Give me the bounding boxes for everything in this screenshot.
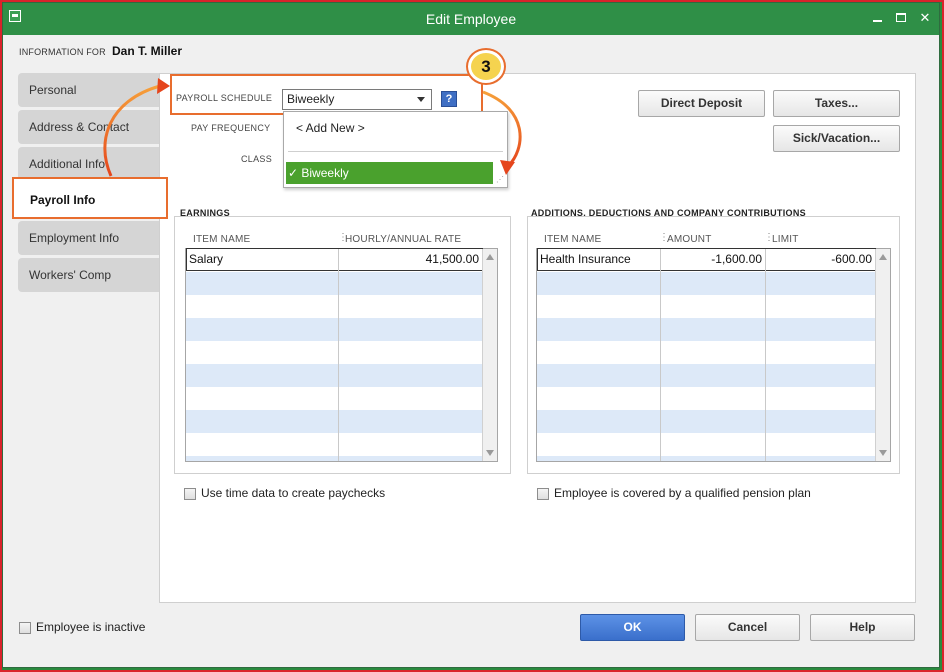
information-for-label: INFORMATION FOR	[19, 47, 106, 57]
minimize-icon	[872, 20, 882, 22]
step-number: 3	[471, 53, 501, 80]
maximize-icon	[896, 13, 906, 22]
table-row[interactable]	[186, 433, 482, 456]
tab-workers-comp[interactable]: Workers' Comp	[18, 258, 160, 292]
dropdown-separator	[288, 151, 503, 152]
cancel-button[interactable]: Cancel	[695, 614, 800, 641]
tab-personal[interactable]: Personal	[18, 73, 160, 107]
additions-col-amount[interactable]: AMOUNT	[667, 234, 712, 245]
class-label: CLASS	[241, 154, 273, 164]
additions-col-limit[interactable]: LIMIT	[772, 234, 799, 245]
tab-employment-info[interactable]: Employment Info	[18, 221, 160, 255]
use-time-data-label[interactable]: Use time data to create paychecks	[201, 486, 385, 500]
payroll-schedule-highlight	[170, 74, 483, 115]
tab-address-contact[interactable]: Address & Contact	[18, 110, 160, 144]
table-row[interactable]	[537, 295, 875, 318]
pension-plan-checkbox[interactable]	[537, 488, 549, 500]
table-row[interactable]	[537, 364, 875, 387]
table-row[interactable]	[186, 387, 482, 410]
dropdown-option-biweekly[interactable]: ✓ Biweekly	[286, 162, 493, 184]
earnings-col-rate[interactable]: HOURLY/ANNUAL RATE	[345, 234, 461, 245]
pension-plan-label[interactable]: Employee is covered by a qualified pensi…	[554, 486, 811, 500]
table-row[interactable]	[537, 272, 875, 295]
column-separator	[660, 249, 661, 461]
additions-scrollbar[interactable]	[875, 249, 890, 461]
earnings-table: Salary 41,500.00	[185, 248, 498, 462]
column-separator	[338, 249, 339, 461]
table-row[interactable]: Salary 41,500.00	[186, 248, 483, 272]
employee-name: Dan T. Miller	[112, 44, 183, 58]
step-number-badge: 3	[466, 48, 506, 85]
maximize-button[interactable]	[893, 11, 909, 25]
resize-grip-icon[interactable]: ⋰	[496, 176, 504, 184]
scroll-up-icon[interactable]	[486, 254, 494, 260]
additions-table: Health Insurance -1,600.00 -600.00	[536, 248, 891, 462]
table-row[interactable]	[537, 433, 875, 456]
earnings-col-item-name[interactable]: ITEM NAME	[193, 234, 250, 245]
title-bar: Edit Employee ✕	[3, 3, 939, 35]
edit-employee-window: Edit Employee ✕ INFORMATION FOR Dan T. M…	[2, 2, 940, 668]
tab-payroll-info[interactable]: Payroll Info	[12, 177, 168, 219]
table-row[interactable]	[186, 456, 482, 461]
payroll-schedule-dropdown: < Add New > ✓ Biweekly ⋰	[283, 111, 508, 188]
scroll-down-icon[interactable]	[879, 450, 887, 456]
tab-additional-info[interactable]: Additional Info	[18, 147, 160, 181]
table-row[interactable]	[186, 295, 482, 318]
direct-deposit-button[interactable]: Direct Deposit	[638, 90, 765, 117]
table-row[interactable]	[186, 318, 482, 341]
table-row[interactable]	[186, 410, 482, 433]
table-row[interactable]	[186, 364, 482, 387]
table-row[interactable]	[537, 410, 875, 433]
help-button[interactable]: Help	[810, 614, 915, 641]
scroll-down-icon[interactable]	[486, 450, 494, 456]
scroll-up-icon[interactable]	[879, 254, 887, 260]
table-row[interactable]	[537, 318, 875, 341]
minimize-button[interactable]	[869, 11, 885, 25]
employee-inactive-checkbox[interactable]	[19, 622, 31, 634]
additions-col-item-name[interactable]: ITEM NAME	[544, 234, 601, 245]
selected-row-outline	[186, 248, 483, 271]
window-title: Edit Employee	[425, 11, 517, 27]
dropdown-add-new[interactable]: < Add New >	[296, 121, 365, 135]
pay-frequency-label: PAY FREQUENCY	[191, 123, 271, 133]
close-button[interactable]: ✕	[917, 11, 933, 25]
table-row[interactable]	[186, 341, 482, 364]
table-row[interactable]: Health Insurance -1,600.00 -600.00	[537, 248, 876, 272]
table-row[interactable]	[537, 341, 875, 364]
selected-row-outline	[537, 248, 876, 271]
table-row[interactable]	[537, 387, 875, 410]
table-row[interactable]	[537, 456, 875, 461]
employee-inactive-label[interactable]: Employee is inactive	[36, 620, 145, 634]
earnings-scrollbar[interactable]	[482, 249, 497, 461]
sick-vacation-button[interactable]: Sick/Vacation...	[773, 125, 900, 152]
table-row[interactable]	[186, 272, 482, 295]
ok-button[interactable]: OK	[580, 614, 685, 641]
use-time-data-checkbox[interactable]	[184, 488, 196, 500]
column-separator	[765, 249, 766, 461]
taxes-button[interactable]: Taxes...	[773, 90, 900, 117]
